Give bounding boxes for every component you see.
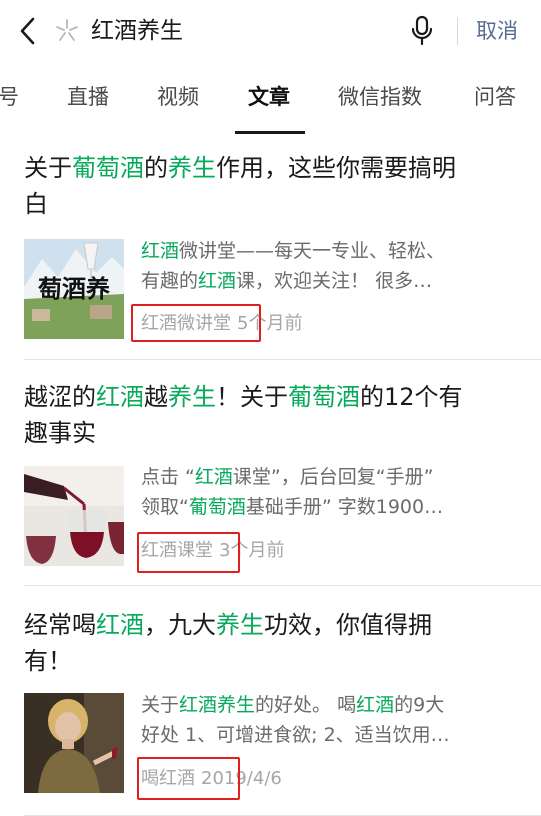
text-run: 关于 — [24, 154, 72, 182]
keyword-highlight: 红酒 — [96, 611, 144, 639]
text-run: 关于 — [141, 694, 180, 716]
keyword-highlight: 红酒 — [194, 466, 233, 488]
tab-video[interactable]: 视频 — [157, 82, 199, 112]
keyword-highlight: 红酒 — [141, 240, 180, 262]
result-item[interactable]: 关于葡萄酒的养生作用，这些你需要搞明 白 萄酒养 红酒微讲堂——每天一专业、轻松… — [0, 134, 541, 360]
result-title-line: 越涩的红酒越养生！关于葡萄酒的12个有 — [24, 379, 519, 415]
microphone-icon[interactable] — [408, 15, 436, 47]
text-run: 越 — [144, 383, 168, 411]
result-title-line: 经常喝红酒，九大养生功效，你值得拥 — [24, 607, 519, 643]
text-run: 的9大 — [394, 694, 445, 716]
text-run: 功效，你值得拥 — [264, 611, 432, 639]
text-run: 课堂”，后台回复“手册” — [232, 466, 434, 488]
text-run: 有！ — [24, 647, 72, 675]
header-divider — [457, 17, 458, 45]
keyword-highlight: 葡萄酒 — [72, 154, 144, 182]
text-run: 的好处。 喝 — [255, 694, 357, 716]
snippet-line: 红酒微讲堂——每天一专业、轻松、 — [141, 236, 521, 266]
search-input[interactable]: 红酒养生 — [91, 14, 183, 48]
annotation-box — [137, 532, 240, 573]
result-item[interactable]: 经常喝红酒，九大养生功效，你值得拥 有！ 关于红酒养生的好处。 喝红酒的9大 好… — [0, 586, 541, 816]
text-run: 有趣的 — [141, 270, 199, 292]
keyword-highlight: 红酒 — [96, 383, 144, 411]
snippet-line: 领取“葡萄酒基础手册” 字数1900… — [141, 492, 521, 522]
back-chevron-icon[interactable] — [14, 14, 44, 48]
keyword-highlight: 红酒 — [356, 694, 395, 716]
tab-articles[interactable]: 文章 — [248, 82, 290, 112]
result-thumbnail — [24, 693, 124, 793]
search-header: 红酒养生 取消 — [0, 0, 541, 62]
text-run: 领取“ — [141, 496, 189, 518]
annotation-box — [131, 304, 261, 342]
result-title-line: 白 — [24, 186, 519, 222]
text-run: 好处 1、可增进食欲; 2、适当饮用… — [141, 724, 450, 746]
text-run: 经常喝 — [24, 611, 96, 639]
snippet-line: 有趣的红酒课，欢迎关注！ 很多… — [141, 266, 521, 296]
text-run: 微讲堂——每天一专业、轻松、 — [179, 240, 446, 262]
result-thumbnail — [24, 466, 124, 566]
text-run: 点击 “ — [141, 466, 195, 488]
snippet-line: 关于红酒养生的好处。 喝红酒的9大 — [141, 690, 521, 720]
keyword-highlight: 养生 — [216, 611, 264, 639]
tab-wechat-index[interactable]: 微信指数 — [338, 82, 422, 112]
text-run: 越涩的 — [24, 383, 96, 411]
annotation-box — [137, 757, 240, 800]
result-title-line: 有！ — [24, 643, 519, 679]
cancel-button[interactable]: 取消 — [476, 14, 518, 48]
keyword-highlight: 红酒 — [198, 270, 237, 292]
text-run: 基础手册” 字数1900… — [245, 496, 444, 518]
text-run: 作用，这些你需要搞明 — [216, 154, 456, 182]
result-title-line: 趣事实 — [24, 415, 519, 451]
text-run: 的 — [144, 154, 168, 182]
tab-accounts[interactable]: 号 — [0, 82, 19, 112]
result-title[interactable]: 关于葡萄酒的养生作用，这些你需要搞明 白 — [24, 150, 519, 222]
text-run: ，九大 — [144, 611, 216, 639]
keyword-highlight: 养生 — [217, 694, 256, 716]
result-thumbnail: 萄酒养 — [24, 239, 124, 339]
result-title[interactable]: 越涩的红酒越养生！关于葡萄酒的12个有 趣事实 — [24, 379, 519, 451]
snippet-line: 点击 “红酒课堂”，后台回复“手册” — [141, 462, 521, 492]
text-run: 趣事实 — [24, 419, 96, 447]
keyword-highlight: 养生 — [168, 383, 216, 411]
keyword-highlight: 红酒 — [179, 694, 218, 716]
text-run: 的12个有 — [360, 383, 463, 411]
tab-qa[interactable]: 问答 — [474, 82, 516, 112]
text-run: ！关于 — [216, 383, 288, 411]
result-item[interactable]: 越涩的红酒越养生！关于葡萄酒的12个有 趣事实 点击 “红酒课堂”，后台回复“手… — [0, 360, 541, 586]
result-title-line: 关于葡萄酒的养生作用，这些你需要搞明 — [24, 150, 519, 186]
tab-bar: 号 直播 视频 文章 微信指数 问答 — [0, 62, 541, 134]
text-run: 课，欢迎关注！ 很多… — [236, 270, 433, 292]
result-snippet: 红酒微讲堂——每天一专业、轻松、 有趣的红酒课，欢迎关注！ 很多… — [141, 236, 521, 296]
thumbnail-caption: 萄酒养 — [38, 274, 110, 303]
keyword-highlight: 葡萄酒 — [288, 383, 360, 411]
keyword-highlight: 葡萄酒 — [188, 496, 246, 518]
result-snippet: 关于红酒养生的好处。 喝红酒的9大 好处 1、可增进食欲; 2、适当饮用… — [141, 690, 521, 750]
tab-live[interactable]: 直播 — [67, 82, 109, 112]
result-title[interactable]: 经常喝红酒，九大养生功效，你值得拥 有！ — [24, 607, 519, 679]
text-run: 白 — [24, 190, 48, 218]
spark-icon — [54, 18, 80, 44]
result-snippet: 点击 “红酒课堂”，后台回复“手册” 领取“葡萄酒基础手册” 字数1900… — [141, 462, 521, 522]
keyword-highlight: 养生 — [168, 154, 216, 182]
snippet-line: 好处 1、可增进食欲; 2、适当饮用… — [141, 720, 521, 750]
